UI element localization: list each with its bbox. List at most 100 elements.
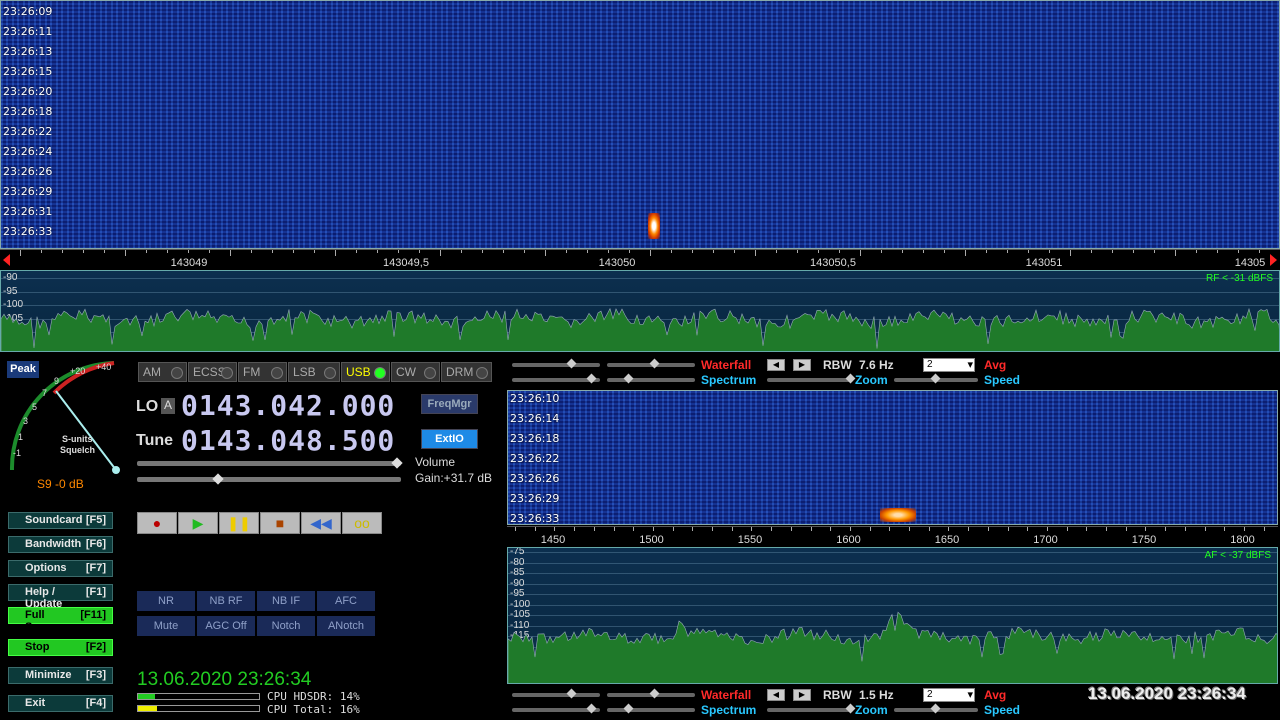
next-arrow-icon[interactable]: ▶ (793, 689, 811, 701)
side-button-bandwidth[interactable]: Bandwidth [F6] (8, 536, 113, 553)
extio-button[interactable]: ExtIO (421, 429, 478, 449)
af-timestamp: 23:26:10 (510, 392, 560, 405)
slider-knob[interactable] (930, 373, 941, 384)
side-button-minimize[interactable]: Minimize [F3] (8, 667, 113, 684)
scroll-right-arrow[interactable] (1270, 254, 1277, 266)
speed-slider[interactable] (894, 703, 978, 714)
mode-fm[interactable]: FM (238, 362, 287, 382)
zoom-slider[interactable] (767, 703, 856, 714)
speed-slider[interactable] (894, 373, 978, 384)
scale-tick (692, 527, 694, 531)
scale-tick (731, 527, 733, 531)
spectrum-offset-slider[interactable] (512, 703, 600, 714)
stop-record-button[interactable]: ■ (260, 512, 300, 534)
rf-spectrum[interactable]: -90-95-100-105-110-115 RF < -31 dBFS (0, 270, 1280, 352)
prev-arrow-icon[interactable]: ◀ (767, 359, 785, 371)
mode-cw[interactable]: CW (391, 362, 440, 382)
slider-knob[interactable] (623, 373, 634, 384)
mode-drm[interactable]: DRM (441, 362, 492, 382)
spectrum-range-slider[interactable] (607, 703, 695, 714)
waterfall-range-slider[interactable] (607, 358, 695, 369)
scale-tick (1217, 250, 1218, 253)
mode-am[interactable]: AM (138, 362, 187, 382)
slider-knob[interactable] (845, 373, 856, 384)
dsp-notch-button[interactable]: Notch (257, 616, 315, 636)
side-button-full-screen[interactable]: Full Screen [F11] (8, 607, 113, 633)
slider-knob[interactable] (586, 703, 597, 714)
scale-tick (1125, 527, 1127, 531)
side-button-exit[interactable]: Exit [F4] (8, 695, 113, 712)
side-button-stop[interactable]: Stop [F2] (8, 639, 113, 656)
af-spectrum[interactable]: -75-80-85-90-95-100-105-110-115-120-125-… (507, 547, 1278, 684)
lo-frequency-display[interactable]: 0143.042.000 (181, 389, 395, 422)
dsp-nb-rf-button[interactable]: NB RF (197, 591, 255, 611)
main-waterfall[interactable]: 23:26:09 23:26:11 23:26:13 23:26:15 23:26:20… (0, 0, 1280, 249)
pause-button[interactable]: ❚❚ (219, 512, 259, 534)
mode-usb[interactable]: USB (341, 362, 390, 382)
dsp-nb-if-button[interactable]: NB IF (257, 591, 315, 611)
spectrum-range-slider[interactable] (607, 373, 695, 384)
slider-knob[interactable] (845, 703, 856, 714)
spectrum-label: Spectrum (701, 373, 757, 387)
avg-combo[interactable]: 2 (923, 358, 975, 372)
frequency-scale[interactable]: 143049 143049,5 143050 143050,5 143051 14305 (0, 249, 1280, 272)
frequency-label: 143049,5 (383, 257, 429, 269)
record-button[interactable]: ● (137, 512, 177, 534)
lo-vfo-badge[interactable]: A (161, 398, 175, 414)
next-arrow-icon[interactable]: ▶ (793, 359, 811, 371)
slider-knob[interactable] (586, 373, 597, 384)
prev-arrow-icon[interactable]: ◀ (767, 689, 785, 701)
mode-lsb[interactable]: LSB (288, 362, 340, 382)
scale-tick (965, 250, 966, 256)
dsp-agc-off-button[interactable]: AGC Off (197, 616, 255, 636)
side-button-help-update[interactable]: Help / Update [F1] (8, 584, 113, 610)
side-button-key: [F3] (85, 669, 106, 681)
avg-combo[interactable]: 2 (923, 688, 975, 702)
scale-tick (889, 527, 891, 531)
slider-knob[interactable] (566, 688, 577, 699)
dsp-nr-button[interactable]: NR (137, 591, 195, 611)
volume-slider[interactable] (137, 457, 403, 469)
side-button-key: [F6] (85, 538, 106, 550)
waterfall-offset-slider[interactable] (512, 688, 600, 699)
rewind-button[interactable]: ◀◀ (301, 512, 341, 534)
scale-tick (810, 527, 812, 531)
scale-tick (1007, 527, 1009, 531)
mode-ecss[interactable]: ECSS (188, 362, 237, 382)
scale-tick (62, 250, 63, 253)
slider-knob[interactable] (566, 358, 577, 369)
slider-knob[interactable] (930, 703, 941, 714)
spectrum-offset-slider[interactable] (512, 373, 600, 384)
scale-tick (1165, 527, 1167, 531)
slider-knob[interactable] (649, 688, 660, 699)
scale-tick (776, 250, 777, 253)
waterfall-offset-slider[interactable] (512, 358, 600, 369)
slider-knob[interactable] (649, 358, 660, 369)
gain-slider[interactable] (137, 473, 401, 485)
dsp-afc-button[interactable]: AFC (317, 591, 375, 611)
af-frequency-scale[interactable]: 1450 1500 1550 1600 1650 1700 1750 1800 (507, 526, 1278, 549)
scale-tick (440, 250, 441, 256)
waterfall-range-slider[interactable] (607, 688, 695, 699)
scale-tick (713, 250, 714, 253)
slider-knob[interactable] (623, 703, 634, 714)
side-button-options[interactable]: Options [F7] (8, 560, 113, 577)
scale-tick (672, 527, 674, 531)
mode-led-icon (324, 367, 336, 379)
scale-tick (593, 527, 595, 531)
frequency-label: 143051 (1025, 257, 1063, 269)
loop-button[interactable]: oo (342, 512, 382, 534)
zoom-slider[interactable] (767, 373, 856, 384)
freqmgr-button[interactable]: FreqMgr (421, 394, 478, 414)
scale-tick (534, 527, 536, 531)
side-button-soundcard[interactable]: Soundcard [F5] (8, 512, 113, 529)
dsp-anotch-button[interactable]: ANotch (317, 616, 375, 636)
af-waterfall[interactable]: 23:26:10 23:26:14 23:26:18 23:26:22 23:26:26… (507, 390, 1278, 525)
scroll-left-arrow[interactable] (3, 254, 10, 266)
tune-frequency-display[interactable]: 0143.048.500 (181, 424, 395, 457)
dsp-mute-button[interactable]: Mute (137, 616, 195, 636)
smeter-scale-7: 7 (42, 388, 48, 398)
play-button[interactable]: ▶ (178, 512, 218, 534)
scale-tick (650, 250, 651, 256)
scale-tick (377, 250, 378, 253)
